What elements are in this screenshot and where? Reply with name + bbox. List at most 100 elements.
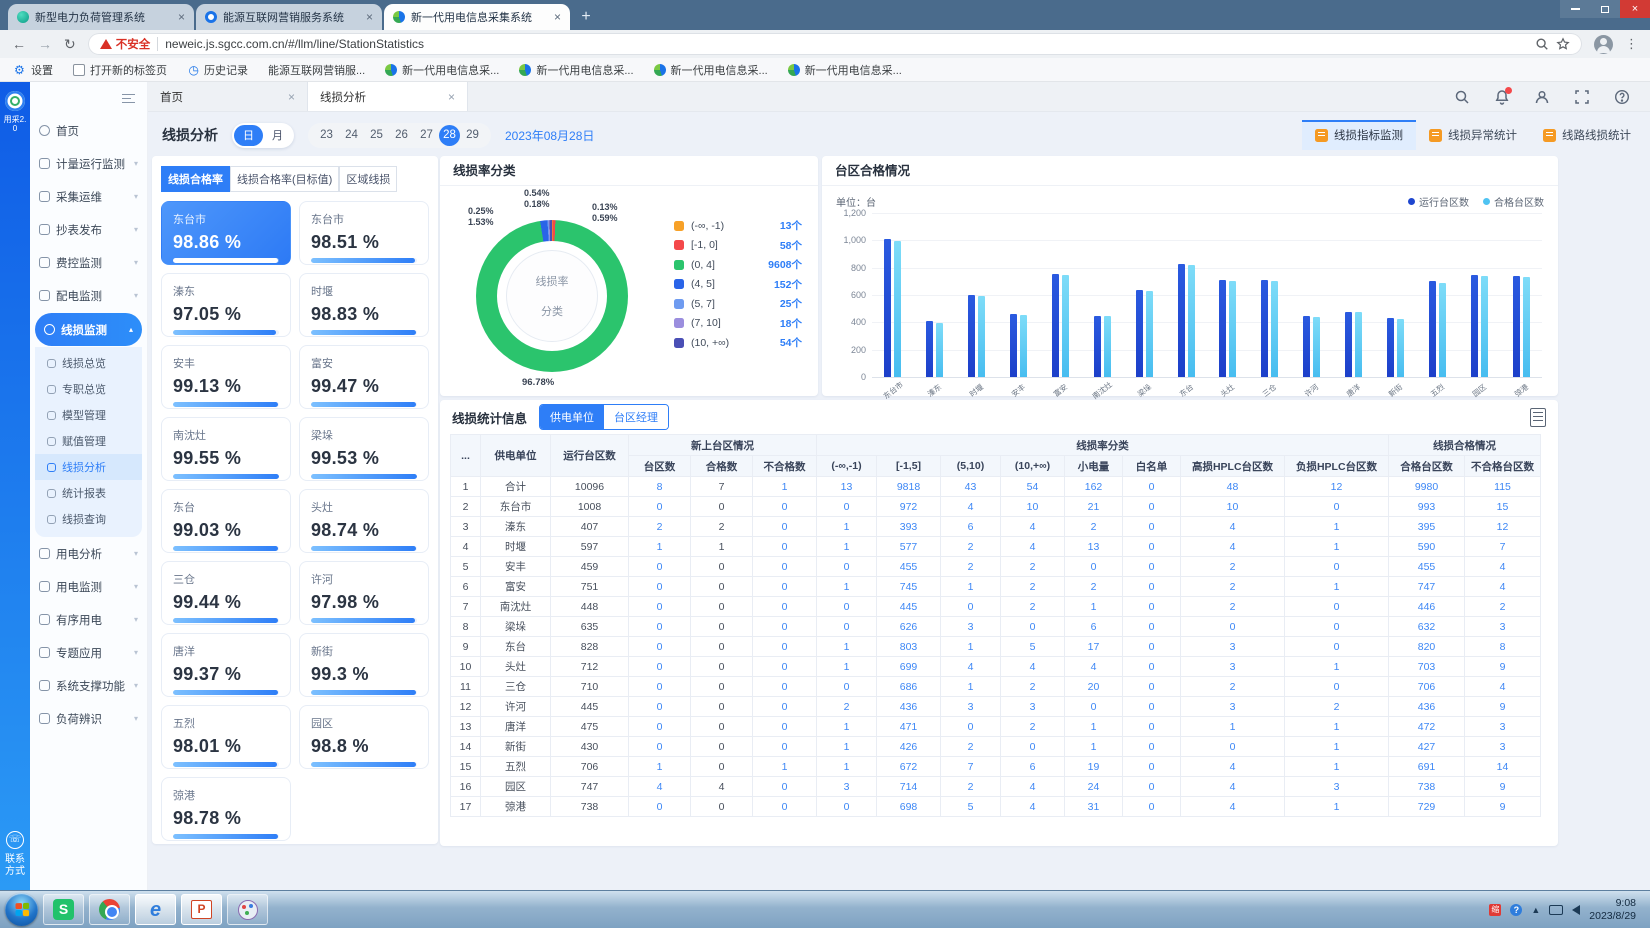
tray-volume-icon[interactable] <box>1572 905 1580 915</box>
zoom-icon[interactable] <box>1535 37 1549 51</box>
sidebar-subitem-线损查询[interactable]: 线损查询 <box>35 506 142 532</box>
sidebar-item-系统支撑功能[interactable]: 系统支撑功能▾ <box>30 669 147 702</box>
day-23[interactable]: 23 <box>314 125 339 146</box>
browser-menu-icon[interactable]: ⋮ <box>1625 36 1638 52</box>
view-线路线损统计[interactable]: 线路线损统计 <box>1530 120 1644 150</box>
sidebar-collapse-icon[interactable] <box>122 94 135 103</box>
col-header[interactable]: 负损HPLC台区数 <box>1285 456 1389 477</box>
url-field[interactable]: 不安全 neweic.js.sgcc.com.cn/#/llm/line/Sta… <box>88 33 1582 55</box>
region-card-头灶[interactable]: 头灶98.74 % <box>299 489 429 553</box>
table-row[interactable]: 1合计100968711398184354162048129980115 <box>451 477 1541 497</box>
region-card-时堰[interactable]: 时堰98.83 % <box>299 273 429 337</box>
sidebar-item-用电监测[interactable]: 用电监测▾ <box>30 570 147 603</box>
sidebar-item-配电监测[interactable]: 配电监测▾ <box>30 279 147 312</box>
sidebar-subitem-赋值管理[interactable]: 赋值管理 <box>35 428 142 454</box>
table-row[interactable]: 7南沈灶44800004450210204462 <box>451 597 1541 617</box>
col-header[interactable]: 合格数 <box>691 456 753 477</box>
bar-group-唐洋[interactable] <box>1333 312 1375 377</box>
sidebar-item-首页[interactable]: 首页 <box>30 114 147 147</box>
toggle-供电单位[interactable]: 供电单位 <box>540 405 604 429</box>
region-card-富安[interactable]: 富安99.47 % <box>299 345 429 409</box>
bar-group-时堰[interactable] <box>956 295 998 377</box>
fullscreen-icon[interactable] <box>1574 89 1590 105</box>
sidebar-item-用电分析[interactable]: 用电分析▾ <box>30 537 147 570</box>
legend-item[interactable]: (0, 4]9608个 <box>674 255 802 275</box>
region-card-溱东[interactable]: 溱东97.05 % <box>161 273 291 337</box>
col-header[interactable]: (-∞,-1) <box>817 456 877 477</box>
bar-group-富安[interactable] <box>1040 274 1082 377</box>
legend-item[interactable]: [-1, 0]58个 <box>674 236 802 256</box>
day-28[interactable]: 28 <box>439 125 460 146</box>
col-header[interactable]: 不合格台区数 <box>1465 456 1541 477</box>
taskbar-app-sunlogin[interactable]: S <box>43 894 84 925</box>
toggle-台区经理[interactable]: 台区经理 <box>604 405 668 429</box>
col-header[interactable]: 供电单位 <box>481 435 551 477</box>
table-row[interactable]: 2东台市1008000097241021010099315 <box>451 497 1541 517</box>
col-header[interactable]: 白名单 <box>1123 456 1181 477</box>
sidebar-subitem-线损分析[interactable]: 线损分析 <box>35 454 142 480</box>
bookmark-item[interactable]: ⚙设置 <box>14 62 53 78</box>
bar-legend-item[interactable]: 合格台区数 <box>1483 194 1544 209</box>
help-icon[interactable] <box>1614 89 1630 105</box>
maximize-button[interactable] <box>1590 0 1620 18</box>
mode-月[interactable]: 月 <box>263 125 292 146</box>
bookmark-item[interactable]: 能源互联网营销服... <box>268 62 365 78</box>
sidebar-item-专题应用[interactable]: 专题应用▾ <box>30 636 147 669</box>
col-header[interactable]: (5,10) <box>941 456 1001 477</box>
tab-close-icon[interactable]: × <box>178 10 185 24</box>
col-header[interactable]: 小电量 <box>1065 456 1123 477</box>
table-row[interactable]: 9东台828000180315170308208 <box>451 637 1541 657</box>
bookmark-item[interactable]: ◷历史记录 <box>187 62 248 78</box>
bar-group-五烈[interactable] <box>1416 281 1458 377</box>
taskbar-clock[interactable]: 9:08 2023/8/29 <box>1589 897 1636 922</box>
tab-close-icon[interactable]: × <box>554 10 561 24</box>
region-card-许河[interactable]: 许河97.98 % <box>299 561 429 625</box>
day-25[interactable]: 25 <box>364 125 389 146</box>
contact-block[interactable]: ☏ 联系方式 <box>0 831 30 878</box>
col-header[interactable]: [-1,5] <box>877 456 941 477</box>
table-row[interactable]: 4时堰597110157724130415907 <box>451 537 1541 557</box>
table-row[interactable]: 5安丰45900004552200204554 <box>451 557 1541 577</box>
view-线损异常统计[interactable]: 线损异常统计 <box>1416 120 1530 150</box>
day-26[interactable]: 26 <box>389 125 414 146</box>
legend-item[interactable]: (-∞, -1)13个 <box>674 216 802 236</box>
table-row[interactable]: 14新街43000014262010014273 <box>451 737 1541 757</box>
sidebar-item-费控监测[interactable]: 费控监测▾ <box>30 246 147 279</box>
bar-group-溱东[interactable] <box>914 321 956 377</box>
region-card-唐洋[interactable]: 唐洋99.37 % <box>161 633 291 697</box>
bookmark-item[interactable]: 新一代用电信息采... <box>385 62 499 78</box>
taskbar-app-chrome[interactable] <box>89 894 130 925</box>
browser-tab[interactable]: 新一代用电信息采集系统× <box>384 4 570 30</box>
table-row[interactable]: 3溱东407220139364204139512 <box>451 517 1541 537</box>
bookmark-item[interactable]: 新一代用电信息采... <box>519 62 633 78</box>
view-线损指标监测[interactable]: 线损指标监测 <box>1302 120 1416 150</box>
bookmark-item[interactable]: 打开新的标签页 <box>73 62 167 78</box>
bar-group-头灶[interactable] <box>1207 280 1249 377</box>
close-button[interactable]: × <box>1620 0 1650 18</box>
region-card-三仓[interactable]: 三仓99.44 % <box>161 561 291 625</box>
taskbar-app-ie[interactable]: e <box>135 894 176 925</box>
col-header[interactable]: 运行台区数 <box>551 435 629 477</box>
region-card-南沈灶[interactable]: 南沈灶99.55 % <box>161 417 291 481</box>
back-icon[interactable]: ← <box>12 37 26 51</box>
col-header[interactable]: 不合格数 <box>753 456 817 477</box>
table-row[interactable]: 8梁垛63500006263060006323 <box>451 617 1541 637</box>
region-card-园区[interactable]: 园区98.8 % <box>299 705 429 769</box>
legend-item[interactable]: (10, +∞)54个 <box>674 333 802 353</box>
bar-group-东台市[interactable] <box>872 239 914 377</box>
sidebar-subitem-线损总览[interactable]: 线损总览 <box>35 350 142 376</box>
bar-group-许河[interactable] <box>1291 316 1333 377</box>
bar-group-南沈灶[interactable] <box>1081 316 1123 377</box>
tray-app-icon[interactable]: 缩 <box>1489 904 1501 916</box>
bar-group-新街[interactable] <box>1375 318 1417 377</box>
bookmark-item[interactable]: 新一代用电信息采... <box>788 62 902 78</box>
sidebar-item-有序用电[interactable]: 有序用电▾ <box>30 603 147 636</box>
region-card-新街[interactable]: 新街99.3 % <box>299 633 429 697</box>
bar-legend-item[interactable]: 运行台区数 <box>1408 194 1469 209</box>
tray-help-icon[interactable]: ? <box>1510 904 1522 916</box>
page-tab-close-icon[interactable]: × <box>288 90 295 104</box>
table-row[interactable]: 15五烈7061011672761904169114 <box>451 757 1541 777</box>
region-card-东台市[interactable]: 东台市98.86 % <box>161 201 291 265</box>
security-warning[interactable]: 不安全 <box>100 36 151 52</box>
table-row[interactable]: 6富安75100017451220217474 <box>451 577 1541 597</box>
